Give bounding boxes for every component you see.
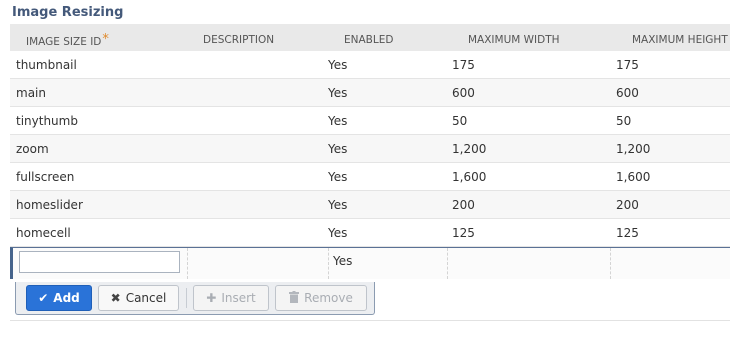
cell-image-size-id[interactable]: main (10, 79, 188, 106)
cell-description[interactable] (188, 135, 328, 162)
table-row[interactable]: homeslider Yes 200 200 (10, 191, 730, 219)
table-row[interactable]: zoom Yes 1,200 1,200 (10, 135, 730, 163)
check-icon: ✔ (38, 291, 49, 305)
cell-description[interactable] (188, 219, 328, 246)
cell-maximum-width[interactable]: 1,600 (452, 163, 616, 190)
trash-icon (289, 291, 300, 305)
insert-button-label: Insert (221, 291, 256, 305)
insert-button[interactable]: ✚ Insert (193, 285, 269, 311)
new-row-max-width-cell[interactable] (448, 248, 611, 279)
cell-enabled[interactable]: Yes (328, 79, 452, 106)
grid-header: IMAGE SIZE ID* DESCRIPTION ENABLED MAXIM… (10, 24, 730, 51)
cell-enabled[interactable]: Yes (328, 135, 452, 162)
table-row[interactable]: homecell Yes 125 125 (10, 219, 730, 247)
header-description[interactable]: DESCRIPTION (188, 24, 328, 51)
cell-description[interactable] (188, 191, 328, 218)
cell-description[interactable] (188, 107, 328, 134)
plus-icon: ✚ (206, 291, 217, 305)
cell-maximum-height[interactable]: 600 (616, 79, 730, 106)
cell-image-size-id[interactable]: homecell (10, 219, 188, 246)
cell-enabled[interactable]: Yes (328, 51, 452, 78)
cell-maximum-height[interactable]: 1,200 (616, 135, 730, 162)
toolbar-divider (186, 288, 187, 308)
cell-maximum-height[interactable]: 200 (616, 191, 730, 218)
header-enabled[interactable]: ENABLED (328, 24, 452, 51)
remove-button-label: Remove (304, 291, 353, 305)
new-row-description-cell[interactable] (188, 248, 329, 279)
header-image-size-id[interactable]: IMAGE SIZE ID* (10, 24, 188, 51)
cell-image-size-id[interactable]: homeslider (10, 191, 188, 218)
cell-maximum-width[interactable]: 1,200 (452, 135, 616, 162)
new-row-id-cell (13, 248, 188, 279)
section-title: Image Resizing (12, 5, 124, 20)
new-row-enabled-cell[interactable]: Yes (329, 248, 448, 279)
image-size-id-input[interactable] (19, 251, 180, 273)
cell-image-size-id[interactable]: thumbnail (10, 51, 188, 78)
table-row[interactable]: thumbnail Yes 175 175 (10, 51, 730, 79)
cell-maximum-height[interactable]: 125 (616, 219, 730, 246)
remove-button[interactable]: Remove (275, 285, 367, 311)
required-mark: * (102, 32, 109, 47)
cell-enabled[interactable]: Yes (328, 191, 452, 218)
cell-maximum-height[interactable]: 175 (616, 51, 730, 78)
cell-enabled[interactable]: Yes (328, 107, 452, 134)
cell-image-size-id[interactable]: fullscreen (10, 163, 188, 190)
cell-maximum-width[interactable]: 50 (452, 107, 616, 134)
cell-enabled[interactable]: Yes (328, 219, 452, 246)
cell-maximum-height[interactable]: 50 (616, 107, 730, 134)
cancel-button-label: Cancel (125, 291, 167, 305)
cell-description[interactable] (188, 51, 328, 78)
cell-image-size-id[interactable]: tinythumb (10, 107, 188, 134)
cell-description[interactable] (188, 79, 328, 106)
add-button[interactable]: ✔ Add (26, 285, 92, 311)
table-row[interactable]: tinythumb Yes 50 50 (10, 107, 730, 135)
header-maximum-height[interactable]: MAXIMUM HEIGHT (616, 24, 730, 51)
cell-enabled[interactable]: Yes (328, 163, 452, 190)
cell-image-size-id[interactable]: zoom (10, 135, 188, 162)
table-row[interactable]: fullscreen Yes 1,600 1,600 (10, 163, 730, 191)
cell-maximum-width[interactable]: 200 (452, 191, 616, 218)
grid-bottom-border (10, 320, 730, 321)
new-row-editor: Yes (10, 247, 730, 279)
cell-maximum-width[interactable]: 125 (452, 219, 616, 246)
image-sizes-grid: IMAGE SIZE ID* DESCRIPTION ENABLED MAXIM… (10, 24, 730, 279)
cell-maximum-width[interactable]: 600 (452, 79, 616, 106)
add-button-label: Add (53, 291, 80, 305)
table-row[interactable]: main Yes 600 600 (10, 79, 730, 107)
cell-maximum-height[interactable]: 1,600 (616, 163, 730, 190)
cancel-button[interactable]: ✖ Cancel (98, 285, 179, 311)
row-action-bar: ✔ Add ✖ Cancel ✚ Insert Remove (15, 282, 375, 315)
close-icon: ✖ (110, 291, 121, 305)
cell-description[interactable] (188, 163, 328, 190)
cell-maximum-width[interactable]: 175 (452, 51, 616, 78)
header-maximum-width[interactable]: MAXIMUM WIDTH (452, 24, 616, 51)
header-id-label: IMAGE SIZE ID (26, 36, 102, 48)
new-row-max-height-cell[interactable] (611, 248, 730, 279)
